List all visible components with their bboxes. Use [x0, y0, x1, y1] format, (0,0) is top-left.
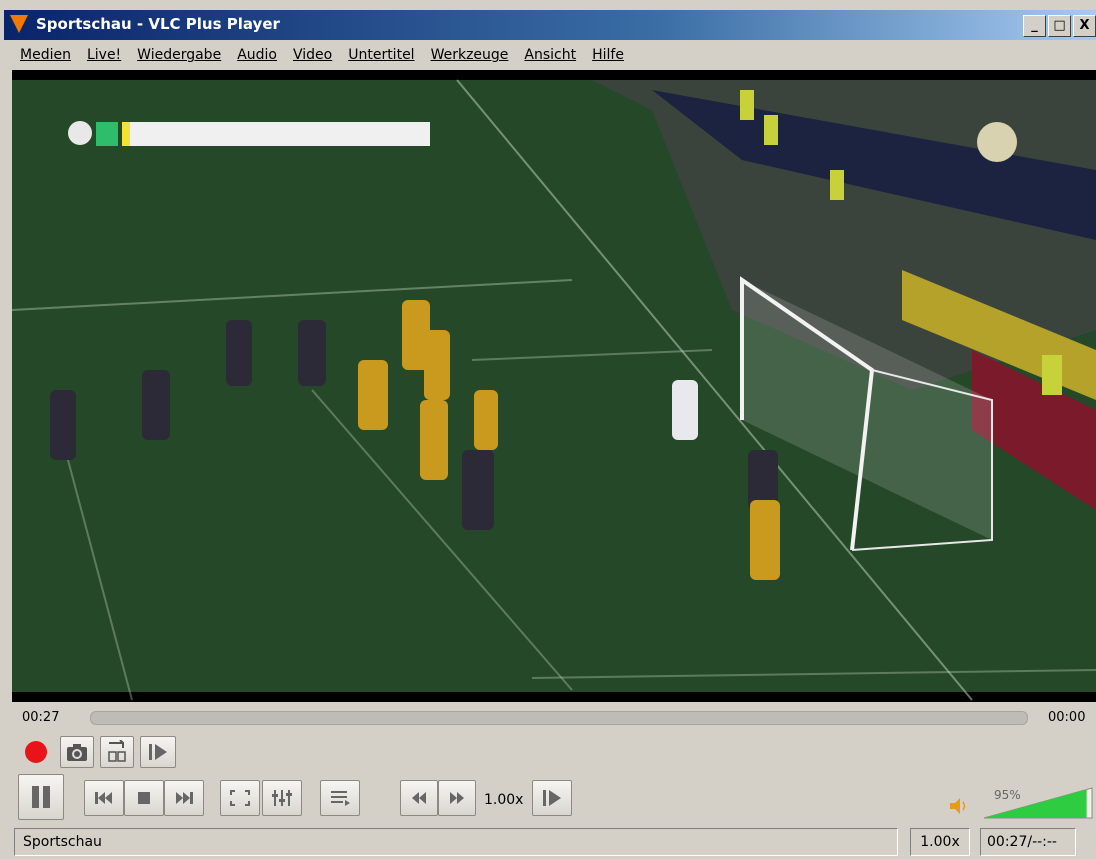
ab-loop-button[interactable] — [100, 736, 134, 768]
maximize-button[interactable]: □ — [1048, 15, 1071, 37]
snapshot-icon — [67, 744, 87, 761]
menu-bar: Medien Live! Wiedergabe Audio Video Unte… — [4, 42, 632, 68]
slower-button[interactable] — [400, 780, 438, 816]
stop-button[interactable] — [124, 780, 164, 816]
playlist-icon — [331, 791, 350, 806]
status-time[interactable]: 00:27/--:-- — [980, 828, 1076, 856]
pause-button[interactable] — [18, 774, 64, 820]
speaker-icon[interactable] — [948, 796, 970, 816]
vlc-cone-icon — [10, 15, 28, 33]
previous-icon — [95, 792, 112, 804]
total-time: 00:00 — [1048, 710, 1086, 725]
playback-speed-label[interactable]: 1.00x — [484, 792, 523, 808]
menu-wiedergabe[interactable]: Wiedergabe — [129, 47, 229, 63]
menu-untertitel[interactable]: Untertitel — [340, 47, 422, 63]
menu-medien[interactable]: Medien — [4, 47, 79, 63]
status-speed[interactable]: 1.00x — [910, 828, 970, 856]
seek-slider[interactable] — [90, 711, 1028, 725]
equalizer-icon — [272, 790, 292, 806]
current-time: 00:27 — [22, 710, 60, 725]
record-icon — [25, 741, 47, 763]
previous-button[interactable] — [84, 780, 124, 816]
ab-loop-icon — [108, 740, 126, 762]
video-area[interactable] — [12, 70, 1096, 702]
frame-step-button[interactable] — [140, 736, 176, 768]
title-bar[interactable]: Sportschau - VLC Plus Player _ □ X — [4, 10, 1096, 40]
faster-icon — [450, 792, 464, 804]
playlist-button[interactable] — [320, 780, 360, 816]
fullscreen-button[interactable] — [220, 780, 260, 816]
pause-icon — [32, 786, 50, 808]
slower-icon — [412, 792, 426, 804]
menu-hilfe[interactable]: Hilfe — [584, 47, 632, 63]
minimize-button[interactable]: _ — [1023, 15, 1046, 37]
next-button[interactable] — [164, 780, 204, 816]
equalizer-button[interactable] — [262, 780, 302, 816]
frame-advance-button[interactable] — [532, 780, 572, 816]
stop-icon — [138, 792, 150, 804]
close-button[interactable]: X — [1073, 15, 1096, 37]
record-button[interactable] — [20, 736, 52, 768]
frame-step-icon — [149, 744, 167, 760]
fullscreen-icon — [230, 790, 250, 806]
snapshot-button[interactable] — [60, 736, 94, 768]
vlc-window: Sportschau - VLC Plus Player _ □ X Medie… — [0, 0, 1096, 859]
frame-advance-icon — [543, 790, 561, 806]
next-icon — [176, 792, 193, 804]
menu-audio[interactable]: Audio — [229, 47, 285, 63]
menu-video[interactable]: Video — [285, 47, 340, 63]
status-media-name: Sportschau — [14, 828, 898, 856]
video-frame — [12, 70, 1096, 702]
volume-slider[interactable] — [982, 786, 1094, 820]
menu-live[interactable]: Live! — [79, 47, 129, 63]
window-title: Sportschau - VLC Plus Player — [36, 15, 280, 33]
menu-ansicht[interactable]: Ansicht — [516, 47, 584, 63]
menu-werkzeuge[interactable]: Werkzeuge — [423, 47, 517, 63]
faster-button[interactable] — [438, 780, 476, 816]
